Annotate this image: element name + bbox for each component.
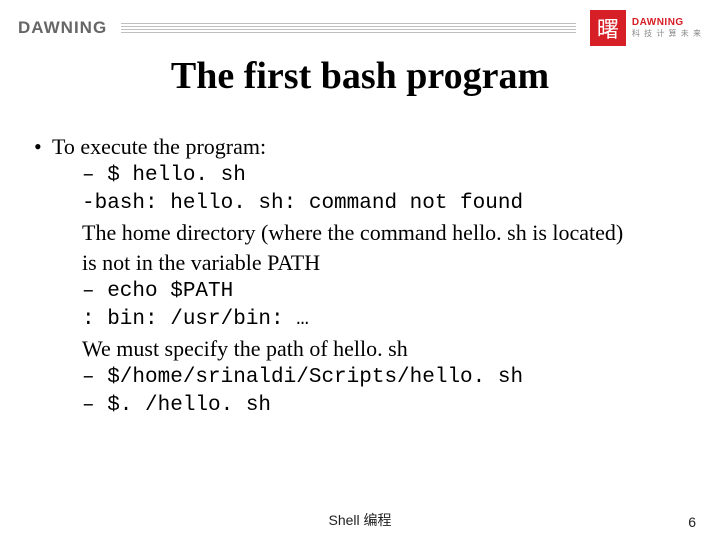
code-line-8: – $. /hello. sh bbox=[82, 392, 692, 420]
brand-right-logo: 曙 DAWNING 科 技 计 算 未 来 bbox=[590, 10, 702, 46]
code-line-2: -bash: hello. sh: command not found bbox=[82, 190, 692, 218]
code-line-4: – echo $PATH bbox=[82, 278, 692, 306]
slide-header: DAWNING 曙 DAWNING 科 技 计 算 未 来 bbox=[0, 0, 720, 48]
code-line-1: – $ hello. sh bbox=[82, 162, 692, 190]
code-line-7: – $/home/srinaldi/Scripts/hello. sh bbox=[82, 364, 692, 392]
slide-title: The first bash program bbox=[0, 54, 720, 98]
bullet-text: To execute the program: bbox=[52, 132, 266, 162]
bullet-item: • To execute the program: bbox=[34, 132, 692, 162]
page-number: 6 bbox=[688, 514, 696, 530]
logo-small-line2: 科 技 计 算 未 来 bbox=[632, 30, 702, 38]
brand-left-text: DAWNING bbox=[18, 18, 107, 38]
body-line-3a: The home directory (where the command he… bbox=[82, 218, 692, 248]
code-line-5: : bin: /usr/bin: … bbox=[82, 306, 692, 334]
logo-small-line1: DAWNING bbox=[632, 18, 702, 28]
logo-text-block: DAWNING 科 技 计 算 未 来 bbox=[632, 18, 702, 38]
header-divider-lines bbox=[121, 23, 576, 33]
slide-body: • To execute the program: – $ hello. sh … bbox=[34, 132, 692, 421]
logo-icon: 曙 bbox=[590, 10, 626, 46]
body-line-6: We must specify the path of hello. sh bbox=[82, 334, 692, 364]
slide-footer: Shell 编程 bbox=[0, 510, 720, 530]
bullet-dot-icon: • bbox=[34, 132, 52, 162]
body-line-3b: is not in the variable PATH bbox=[82, 248, 692, 278]
